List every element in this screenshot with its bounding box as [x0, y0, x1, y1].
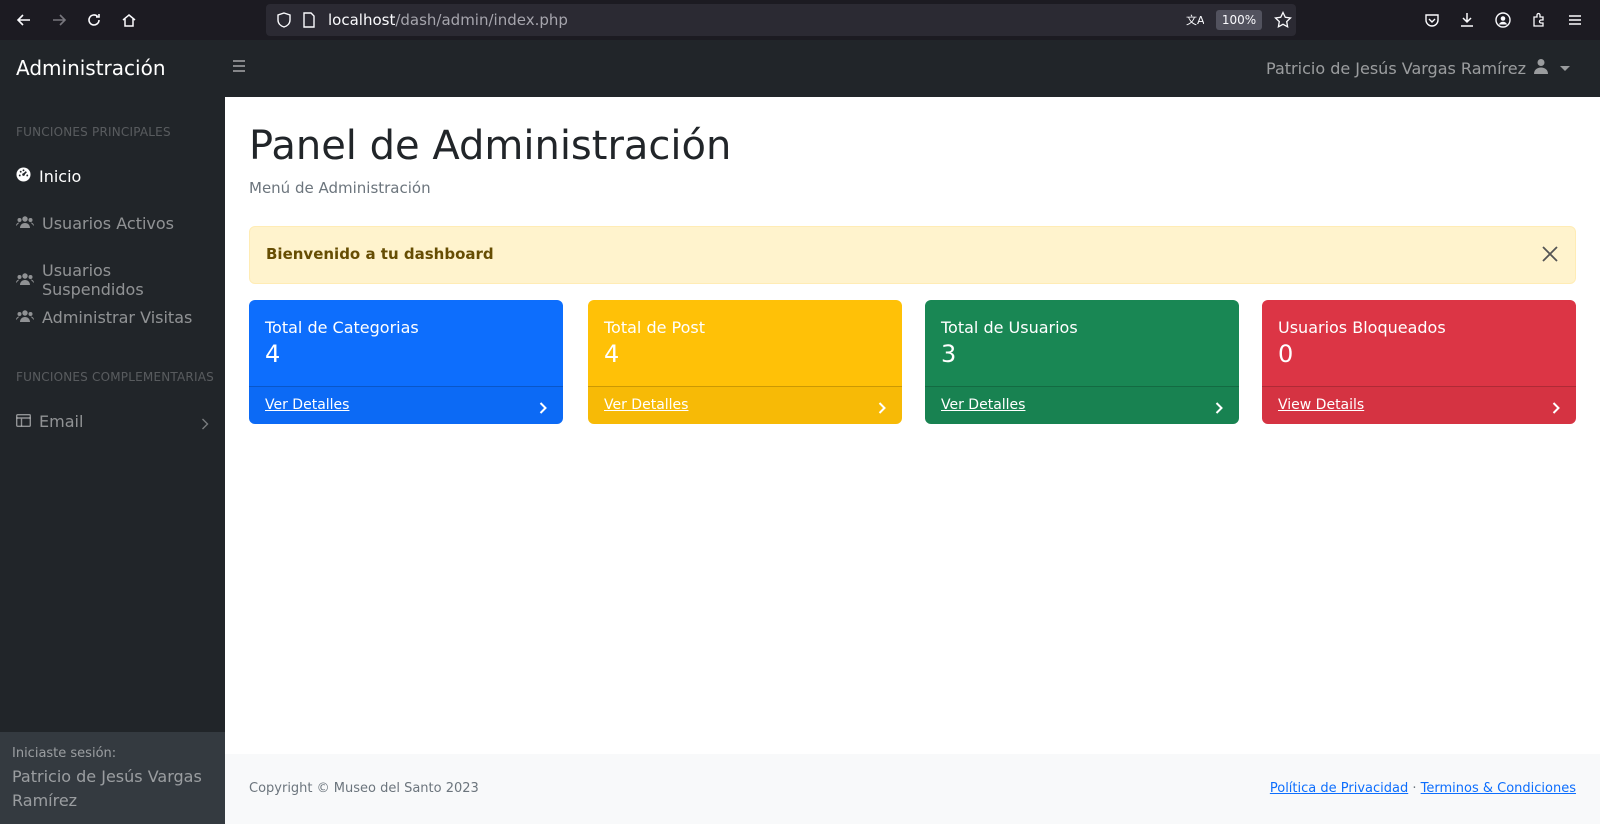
- alert-text: Bienvenido a tu dashboard: [266, 245, 494, 263]
- session-label: Iniciaste sesión:: [12, 746, 117, 761]
- welcome-alert: Bienvenido a tu dashboard: [249, 226, 1576, 284]
- footer-links: Política de Privacidad · Terminos & Cond…: [1270, 781, 1576, 796]
- account-icon[interactable]: [1491, 8, 1515, 32]
- card-footer: Ver Detalles: [925, 386, 1239, 424]
- card-value: 4: [604, 340, 620, 368]
- sidebar-item-email[interactable]: Email: [15, 412, 209, 434]
- download-icon[interactable]: [1455, 8, 1479, 32]
- card-footer: Ver Detalles: [588, 386, 902, 424]
- card-title: Usuarios Bloqueados: [1278, 318, 1446, 337]
- sidebar-item-label: Inicio: [39, 167, 82, 186]
- ver-detalles-link[interactable]: Ver Detalles: [941, 397, 1025, 413]
- page-title: Panel de Administración: [249, 123, 732, 169]
- sidebar-toggle-icon[interactable]: [232, 58, 248, 78]
- sidebar-item-label: Usuarios Activos: [42, 214, 174, 233]
- browser-toolbar: localhost/dash/admin/index.php 文A 100%: [0, 0, 1600, 40]
- dashboard-icon: [16, 167, 31, 186]
- reload-icon[interactable]: [82, 8, 106, 32]
- zoom-level[interactable]: 100%: [1216, 10, 1262, 30]
- bookmark-star-icon[interactable]: [1274, 10, 1292, 33]
- chevron-right-icon[interactable]: [1552, 399, 1560, 418]
- footer-separator: ·: [1412, 781, 1417, 796]
- user-dropdown[interactable]: Patricio de Jesús Vargas Ramírez: [1266, 58, 1570, 78]
- page-footer: Copyright © Museo del Santo 2023 Polític…: [225, 754, 1600, 824]
- sidebar-heading-extra: FUNCIONES COMPLEMENTARIAS: [16, 370, 214, 384]
- user-icon: [1534, 58, 1548, 78]
- extensions-icon[interactable]: [1527, 8, 1551, 32]
- copyright-text: Copyright © Museo del Santo 2023: [249, 781, 479, 796]
- pocket-icon[interactable]: [1420, 8, 1444, 32]
- users-icon: [16, 308, 34, 327]
- card-title: Total de Usuarios: [941, 318, 1078, 337]
- sidebar-footer: Iniciaste sesión: Patricio de Jesús Varg…: [0, 732, 225, 824]
- url-host: localhost: [328, 11, 396, 29]
- close-icon[interactable]: [1541, 245, 1561, 265]
- user-name: Patricio de Jesús Vargas Ramírez: [1266, 58, 1526, 78]
- caret-down-icon: [1560, 65, 1570, 71]
- columns-icon: [15, 412, 32, 431]
- view-details-link[interactable]: View Details: [1278, 397, 1364, 413]
- url-path: /dash/admin/index.php: [395, 11, 568, 29]
- chevron-right-icon[interactable]: [878, 399, 886, 418]
- card-total-post: Total de Post 4 Ver Detalles: [588, 300, 902, 424]
- card-footer: Ver Detalles: [249, 386, 563, 424]
- brand-title[interactable]: Administración: [16, 56, 166, 80]
- sidebar-item-usuarios-suspendidos[interactable]: Usuarios Suspendidos: [16, 261, 209, 299]
- session-user-name: Patricio de Jesús Vargas Ramírez: [12, 767, 202, 810]
- menu-icon[interactable]: [1563, 8, 1587, 32]
- card-value: 0: [1278, 340, 1294, 368]
- chevron-right-icon[interactable]: [539, 399, 547, 418]
- sidebar-item-label: Email: [39, 412, 84, 431]
- address-bar[interactable]: localhost/dash/admin/index.php 文A 100%: [266, 4, 1296, 36]
- sidebar-item-label: Administrar Visitas: [42, 308, 193, 327]
- card-title: Total de Post: [604, 318, 706, 337]
- users-icon: [16, 271, 34, 290]
- svg-text:文A: 文A: [1186, 13, 1204, 27]
- chevron-right-icon[interactable]: [1215, 399, 1223, 418]
- sidebar-item-label: Usuarios Suspendidos: [42, 261, 144, 299]
- card-footer: View Details: [1262, 386, 1576, 424]
- top-navbar: Administración Patricio de Jesús Vargas …: [0, 40, 1600, 97]
- chevron-right-icon: [201, 415, 209, 434]
- breadcrumb: Menú de Administración: [249, 179, 431, 197]
- card-usuarios-bloqueados: Usuarios Bloqueados 0 View Details: [1262, 300, 1576, 424]
- card-title: Total de Categorias: [265, 318, 419, 337]
- ver-detalles-link[interactable]: Ver Detalles: [604, 397, 688, 413]
- main-content: Panel de Administración Menú de Administ…: [225, 97, 1600, 824]
- privacy-link[interactable]: Política de Privacidad: [1270, 781, 1408, 796]
- sidebar-item-administrar-visitas[interactable]: Administrar Visitas: [16, 308, 209, 327]
- sidebar-heading-main: FUNCIONES PRINCIPALES: [16, 125, 171, 139]
- url-text: localhost/dash/admin/index.php: [328, 11, 568, 29]
- home-icon[interactable]: [117, 8, 141, 32]
- forward-icon[interactable]: [47, 8, 71, 32]
- back-icon[interactable]: [12, 8, 36, 32]
- card-value: 3: [941, 340, 957, 368]
- page-icon: [302, 12, 316, 32]
- shield-icon[interactable]: [276, 12, 292, 32]
- sidebar-item-inicio[interactable]: Inicio: [16, 167, 209, 186]
- sidebar-item-usuarios-activos[interactable]: Usuarios Activos: [16, 214, 209, 233]
- card-total-categorias: Total de Categorias 4 Ver Detalles: [249, 300, 563, 424]
- sidebar: FUNCIONES PRINCIPALES Inicio Usuarios Ac…: [0, 97, 225, 824]
- terms-link[interactable]: Terminos & Condiciones: [1421, 781, 1576, 796]
- translate-icon[interactable]: 文A: [1186, 12, 1205, 32]
- card-total-usuarios: Total de Usuarios 3 Ver Detalles: [925, 300, 1239, 424]
- users-icon: [16, 214, 34, 233]
- ver-detalles-link[interactable]: Ver Detalles: [265, 397, 349, 413]
- card-value: 4: [265, 340, 281, 368]
